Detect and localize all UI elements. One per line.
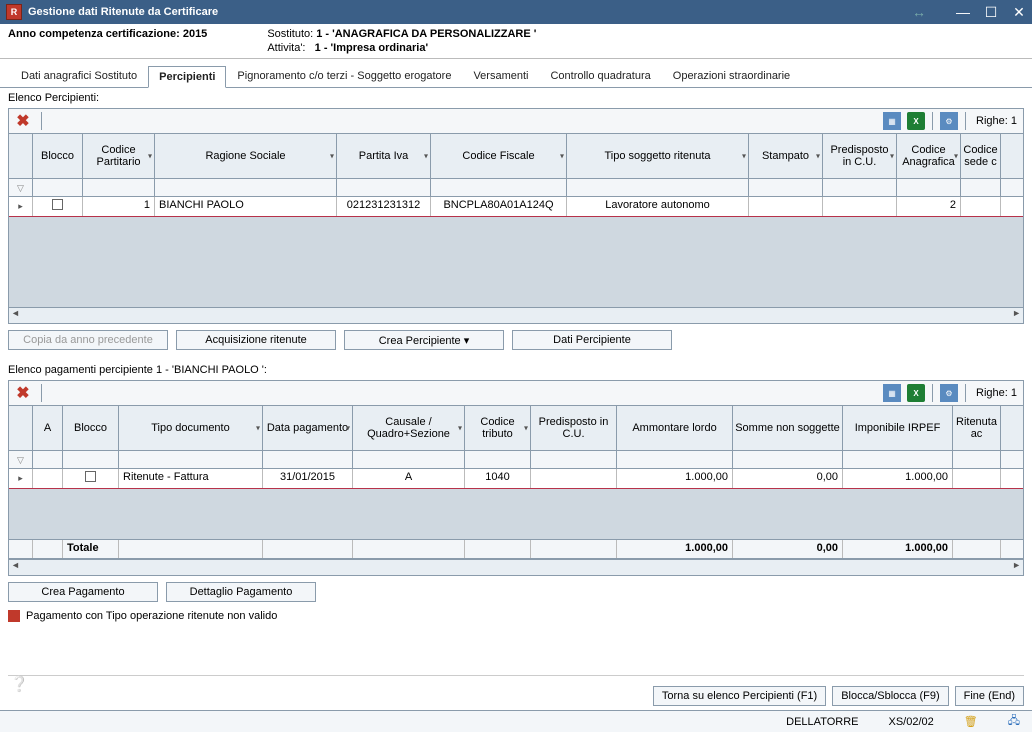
total-row: Totale 1.000,00 0,00 1.000,00 [9,539,1023,559]
legend-text: Pagamento con Tipo operazione ritenute n… [26,610,277,622]
blocco-checkbox[interactable] [85,471,96,482]
cell-somme: 0,00 [733,469,843,488]
sostituto-label: Sostituto: [267,28,313,40]
statusbar: DELLATORRE XS/02/02 🗑 🖧 [0,710,1032,732]
crea-percipiente-button[interactable]: Crea Percipiente ▾ [344,330,504,350]
grid1: Blocco Codice Partitario▾ Ragione Social… [8,134,1024,324]
tab-controllo[interactable]: Controllo quadratura [539,65,661,87]
tab-dati-anagrafici[interactable]: Dati anagrafici Sostituto [10,65,148,87]
gh-anag[interactable]: Codice Anagrafica▾ [897,134,961,178]
columns-icon[interactable]: ▦ [883,112,901,130]
blocca-button[interactable]: Blocca/Sblocca (F9) [832,686,948,706]
columns-icon[interactable]: ▦ [883,384,901,402]
cell-ragione: BIANCHI PAOLO [155,197,337,216]
acquisizione-button[interactable]: Acquisizione ritenute [176,330,336,350]
fine-button[interactable]: Fine (End) [955,686,1024,706]
gh-extra[interactable]: Codice sede c [961,134,1001,178]
filter-icon-cell[interactable]: ▽ [9,179,33,197]
status-user: DELLATORRE [786,716,858,728]
close-button[interactable]: ✕ [1012,5,1026,19]
filter-icon[interactable]: ⚙ [940,384,958,402]
table-row[interactable]: ▸ 1 BIANCHI PAOLO 021231231312 BNCPLA80A… [9,197,1023,217]
copia-button: Copia da anno precedente [8,330,168,350]
anno-label: Anno competenza certificazione: [8,28,180,40]
gh-stampato[interactable]: Stampato▾ [749,134,823,178]
tab-versamenti[interactable]: Versamenti [462,65,539,87]
grid2-hscroll[interactable] [9,559,1023,575]
tab-percipienti[interactable]: Percipienti [148,66,226,88]
delete-icon[interactable]: ✖ [13,383,33,403]
cell-lordo: 1.000,00 [617,469,733,488]
gh2-somme[interactable]: Somme non soggette [733,406,843,450]
grid2: A Blocco Tipo documento▾ Data pagamento▾… [8,406,1024,576]
table-row[interactable]: ▸ Ritenute - Fattura 31/01/2015 A 1040 1… [9,469,1023,489]
torna-button[interactable]: Torna su elenco Percipienti (F1) [653,686,826,706]
blocco-checkbox[interactable] [52,199,63,210]
gh2-irpef[interactable]: Imponibile IRPEF [843,406,953,450]
crea-pagamento-button[interactable]: Crea Pagamento [8,582,158,602]
app-icon: R [6,4,22,20]
legend-color-icon [8,610,20,622]
gh-cf[interactable]: Codice Fiscale▾ [431,134,567,178]
cell-cf: BNCPLA80A01A124Q [431,197,567,216]
gh2-blocco[interactable]: Blocco [63,406,119,450]
dettaglio-pagamento-button[interactable]: Dettaglio Pagamento [166,582,316,602]
gh2-predisposto[interactable]: Predisposto in C.U. [531,406,617,450]
attivita-value: 1 - 'Impresa ordinaria' [315,42,428,54]
grid2-righe: Righe: 1 [970,387,1023,399]
gh2-extra[interactable]: Ritenuta ac [953,406,1001,450]
excel-icon[interactable]: X [907,112,925,130]
cell-irpef: 1.000,00 [843,469,953,488]
cell-causale: A [353,469,465,488]
gh-predisposto[interactable]: Predisposto in C.U.▾ [823,134,897,178]
window-title: Gestione dati Ritenute da Certificare [28,6,912,18]
db-icon[interactable]: 🗑 [964,715,978,728]
gh-piva[interactable]: Partita Iva▾ [337,134,431,178]
grid1-righe: Righe: 1 [970,115,1023,127]
gh2-tributo[interactable]: Codice tributo▾ [465,406,531,450]
gh-ragione[interactable]: Ragione Sociale▾ [155,134,337,178]
gh-partitario[interactable]: Codice Partitario▾ [83,134,155,178]
dati-percipiente-button[interactable]: Dati Percipiente [512,330,672,350]
sostituto-value: 1 - 'ANAGRAFICA DA PERSONALIZZARE ' [316,28,536,40]
grid2-toolbar: ✖ ▦ X ⚙ Righe: 1 [8,380,1024,406]
tabs: Dati anagrafici Sostituto Percipienti Pi… [0,59,1032,88]
gh2-tipodoc[interactable]: Tipo documento▾ [119,406,263,450]
cell-anag: 2 [897,197,961,216]
delete-icon[interactable]: ✖ [13,111,33,131]
tab-pignoramento[interactable]: Pignoramento c/o terzi - Soggetto erogat… [226,65,462,87]
resize-handle-icon[interactable]: ↔ [912,4,926,20]
tab-operazioni[interactable]: Operazioni straordinarie [662,65,801,87]
gh2-lordo[interactable]: Ammontare lordo [617,406,733,450]
cell-tributo: 1040 [465,469,531,488]
cell-piva: 021231231312 [337,197,431,216]
filter-icon-cell[interactable]: ▽ [9,451,33,469]
infobar: Anno competenza certificazione: 2015 Sos… [0,24,1032,59]
minimize-button[interactable]: — [956,5,970,19]
network-icon[interactable]: 🖧 [1008,712,1020,731]
cell-partitario: 1 [83,197,155,216]
gh2-data[interactable]: Data pagamento▾ [263,406,353,450]
filter-icon[interactable]: ⚙ [940,112,958,130]
attivita-label: Attivita': [267,42,305,54]
gh2-a[interactable]: A [33,406,63,450]
grid1-toolbar: ✖ ▦ X ⚙ Righe: 1 [8,108,1024,134]
gh-blocco[interactable]: Blocco [33,134,83,178]
cell-tipo: Lavoratore autonomo [567,197,749,216]
gh-indicator [9,134,33,178]
anno-value: 2015 [183,28,207,40]
gh-tipo[interactable]: Tipo soggetto ritenuta▾ [567,134,749,178]
status-code: XS/02/02 [889,716,934,728]
titlebar: R Gestione dati Ritenute da Certificare … [0,0,1032,24]
gh2-causale[interactable]: Causale / Quadro+Sezione▾ [353,406,465,450]
elenco-percipienti-label: Elenco Percipienti: [0,88,1032,108]
legend: Pagamento con Tipo operazione ritenute n… [8,610,1024,622]
cell-tipodoc: Ritenute - Fattura [119,469,263,488]
excel-icon[interactable]: X [907,384,925,402]
help-icon[interactable]: ❔ [10,675,29,693]
cell-data: 31/01/2015 [263,469,353,488]
maximize-button[interactable]: ☐ [984,5,998,19]
elenco-pagamenti-label: Elenco pagamenti percipiente 1 - 'BIANCH… [0,360,1032,380]
grid1-hscroll[interactable] [9,307,1023,323]
